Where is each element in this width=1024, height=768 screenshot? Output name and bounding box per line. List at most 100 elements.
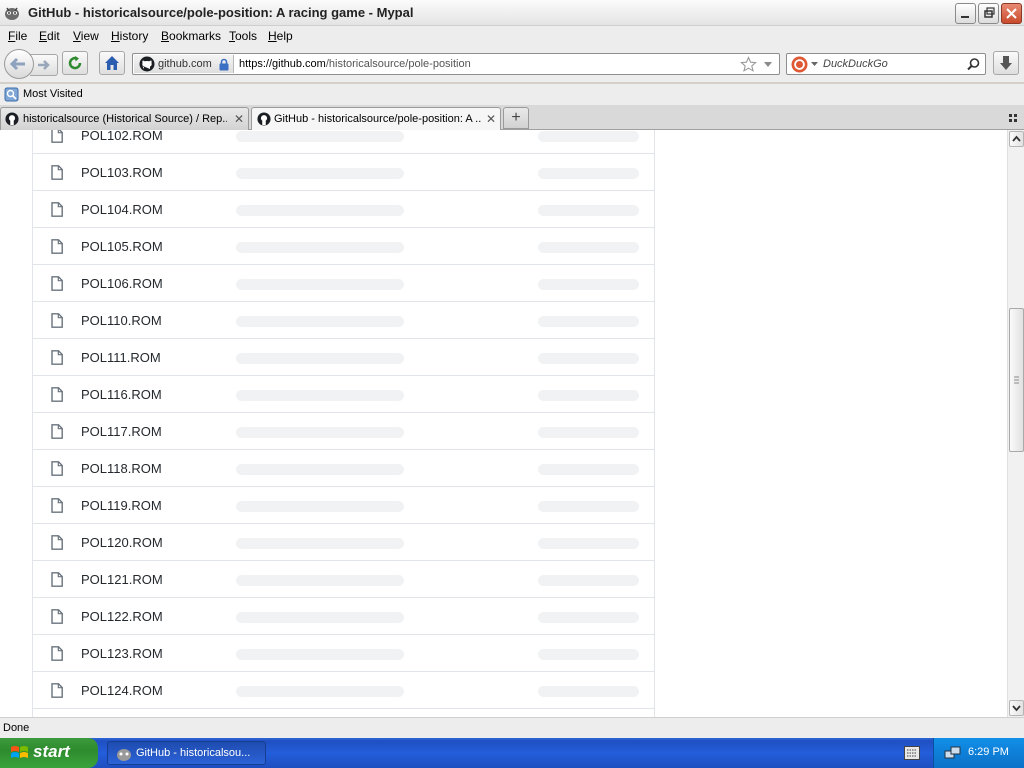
reload-button[interactable] bbox=[62, 51, 88, 75]
commit-date-placeholder bbox=[538, 242, 639, 253]
scrollbar-thumb[interactable] bbox=[1009, 308, 1024, 452]
commit-message-placeholder bbox=[236, 649, 404, 660]
search-icon[interactable] bbox=[966, 57, 981, 72]
commit-message-placeholder bbox=[236, 353, 404, 364]
file-name-link[interactable]: POL116.ROM bbox=[81, 387, 162, 402]
tab-pole-position[interactable]: GitHub - historicalsource/pole-position:… bbox=[251, 107, 501, 131]
tab-close-icon[interactable]: ✕ bbox=[486, 112, 496, 126]
menu-file[interactable]: File bbox=[8, 29, 27, 43]
file-row[interactable]: POL120.ROM bbox=[33, 524, 654, 561]
file-icon bbox=[51, 572, 63, 587]
file-name-link[interactable]: POL103.ROM bbox=[81, 165, 163, 180]
commit-message-placeholder bbox=[236, 686, 404, 697]
taskbar-window-label: GitHub - historicalsou... bbox=[136, 747, 251, 759]
list-all-tabs-icon[interactable] bbox=[1008, 113, 1018, 123]
menu-bookmarks[interactable]: Bookmarks bbox=[161, 29, 221, 43]
file-row[interactable]: POL116.ROM bbox=[33, 376, 654, 413]
search-input[interactable]: DuckDuckGo bbox=[823, 58, 888, 70]
forward-button[interactable] bbox=[30, 54, 58, 76]
downloads-button[interactable] bbox=[993, 51, 1019, 75]
tab-close-icon[interactable]: ✕ bbox=[234, 112, 244, 126]
menu-history[interactable]: History bbox=[111, 29, 148, 43]
file-name-link[interactable]: POL120.ROM bbox=[81, 535, 163, 550]
commit-message-placeholder bbox=[236, 612, 404, 623]
file-name-link[interactable]: POL122.ROM bbox=[81, 609, 163, 624]
file-row[interactable]: POL119.ROM bbox=[33, 487, 654, 524]
file-name-link[interactable]: POL121.ROM bbox=[81, 572, 163, 587]
url-dropdown-icon[interactable] bbox=[763, 61, 773, 69]
commit-message-placeholder bbox=[236, 390, 404, 401]
file-name-link[interactable]: POL105.ROM bbox=[81, 239, 163, 254]
scroll-grip-icon bbox=[1014, 376, 1019, 384]
file-name-link[interactable]: POL124.ROM bbox=[81, 683, 163, 698]
network-icon[interactable] bbox=[944, 745, 961, 761]
menu-help[interactable]: Help bbox=[268, 29, 293, 43]
back-forward-group bbox=[4, 49, 58, 79]
file-name-link[interactable]: POL118.ROM bbox=[81, 461, 162, 476]
menu-view[interactable]: View bbox=[73, 29, 99, 43]
taskbar-window-button[interactable]: GitHub - historicalsou... bbox=[107, 741, 266, 765]
restore-button[interactable] bbox=[978, 3, 999, 24]
commit-date-placeholder bbox=[538, 686, 639, 697]
url-domain: https://github.com bbox=[239, 58, 326, 70]
duckduckgo-icon[interactable] bbox=[791, 56, 808, 73]
file-name-link[interactable]: POL111.ROM bbox=[81, 350, 161, 365]
file-name-link[interactable]: POL106.ROM bbox=[81, 276, 163, 291]
keyboard-icon[interactable] bbox=[904, 746, 920, 760]
scroll-up-button[interactable] bbox=[1009, 131, 1024, 147]
file-row[interactable]: POL121.ROM bbox=[33, 561, 654, 598]
lock-icon bbox=[219, 58, 229, 71]
tab-historicalsource-profile[interactable]: historicalsource (Historical Source) / R… bbox=[0, 107, 249, 130]
file-row[interactable]: POL117.ROM bbox=[33, 413, 654, 450]
new-tab-button[interactable]: + bbox=[503, 107, 529, 129]
file-row[interactable]: POL123.ROM bbox=[33, 635, 654, 672]
start-button[interactable]: start bbox=[0, 738, 98, 768]
file-row[interactable]: POL105.ROM bbox=[33, 228, 654, 265]
file-row[interactable]: POL103.ROM bbox=[33, 154, 654, 191]
site-identity-label: github.com bbox=[158, 58, 212, 70]
commit-message-placeholder bbox=[236, 131, 404, 142]
file-row[interactable]: POL110.ROM bbox=[33, 302, 654, 339]
commit-message-placeholder bbox=[236, 168, 404, 179]
file-row[interactable]: POL118.ROM bbox=[33, 450, 654, 487]
home-button[interactable] bbox=[99, 51, 125, 75]
scroll-down-button[interactable] bbox=[1009, 700, 1024, 716]
search-bar[interactable]: DuckDuckGo bbox=[786, 53, 986, 75]
minimize-button[interactable] bbox=[955, 3, 976, 24]
commit-message-placeholder bbox=[236, 464, 404, 475]
vertical-scrollbar[interactable] bbox=[1007, 130, 1024, 717]
scroll-up-icon bbox=[1012, 135, 1021, 142]
file-row[interactable]: POL122.ROM bbox=[33, 598, 654, 635]
file-name-link[interactable]: POL119.ROM bbox=[81, 498, 162, 513]
commit-date-placeholder bbox=[538, 501, 639, 512]
back-arrow-icon bbox=[9, 57, 25, 71]
site-identity-button[interactable]: github.com bbox=[134, 55, 234, 73]
file-name-link[interactable]: POL104.ROM bbox=[81, 202, 163, 217]
file-row[interactable]: POL102.ROM bbox=[33, 130, 654, 154]
file-row[interactable]: POL104.ROM bbox=[33, 191, 654, 228]
file-icon bbox=[51, 535, 63, 550]
taskbar-clock[interactable]: 6:29 PM bbox=[968, 746, 1009, 758]
start-label: start bbox=[33, 742, 70, 761]
commit-date-placeholder bbox=[538, 427, 639, 438]
file-name-link[interactable]: POL102.ROM bbox=[81, 130, 163, 143]
url-bar[interactable]: github.com https://github.com/historical… bbox=[132, 53, 780, 75]
file-name-link[interactable]: POL117.ROM bbox=[81, 424, 162, 439]
back-button[interactable] bbox=[4, 49, 34, 79]
file-icon bbox=[51, 313, 63, 328]
plus-icon: + bbox=[511, 109, 521, 126]
bookmark-star-icon[interactable] bbox=[740, 56, 757, 73]
file-name-link[interactable]: POL123.ROM bbox=[81, 646, 163, 661]
file-row[interactable]: POL106.ROM bbox=[33, 265, 654, 302]
file-row[interactable]: POL124.ROM bbox=[33, 672, 654, 709]
search-engine-dropdown-icon[interactable] bbox=[811, 62, 818, 67]
commit-date-placeholder bbox=[538, 316, 639, 327]
close-window-button[interactable] bbox=[1001, 3, 1022, 24]
menu-edit[interactable]: Edit bbox=[39, 29, 60, 43]
commit-date-placeholder bbox=[538, 205, 639, 216]
file-row[interactable] bbox=[33, 709, 654, 717]
file-row[interactable]: POL111.ROM bbox=[33, 339, 654, 376]
menu-tools[interactable]: Tools bbox=[229, 29, 257, 43]
file-name-link[interactable]: POL110.ROM bbox=[81, 313, 162, 328]
commit-date-placeholder bbox=[538, 464, 639, 475]
